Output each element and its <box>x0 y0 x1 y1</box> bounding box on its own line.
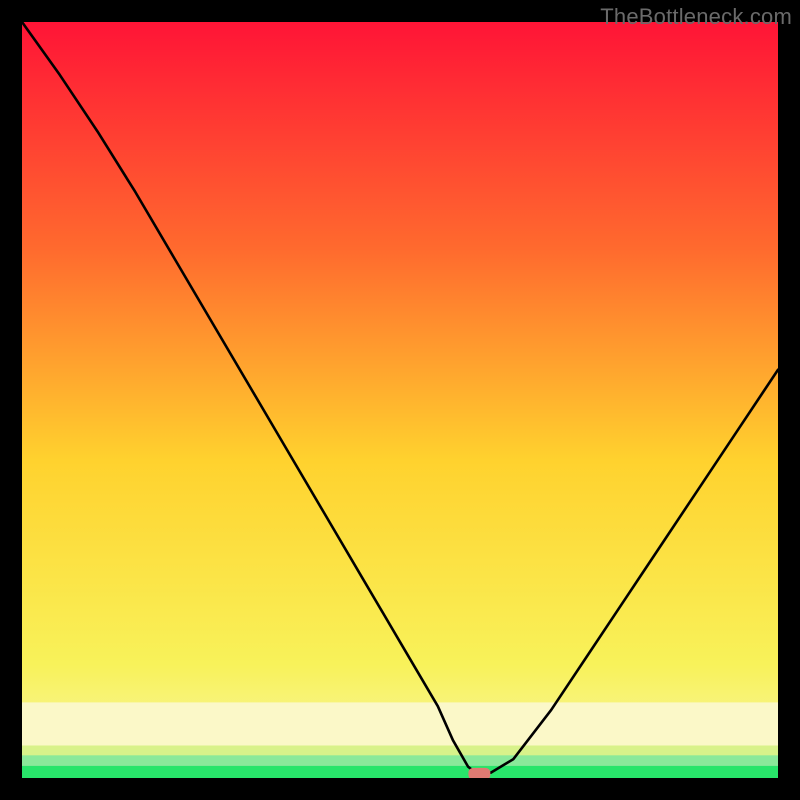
chart-frame: TheBottleneck.com <box>0 0 800 800</box>
watermark-text: TheBottleneck.com <box>600 4 792 30</box>
gradient-bg <box>22 22 778 778</box>
band-green <box>22 766 778 778</box>
optimum-marker <box>468 768 490 778</box>
plot-area <box>22 22 778 778</box>
plot-svg <box>22 22 778 778</box>
